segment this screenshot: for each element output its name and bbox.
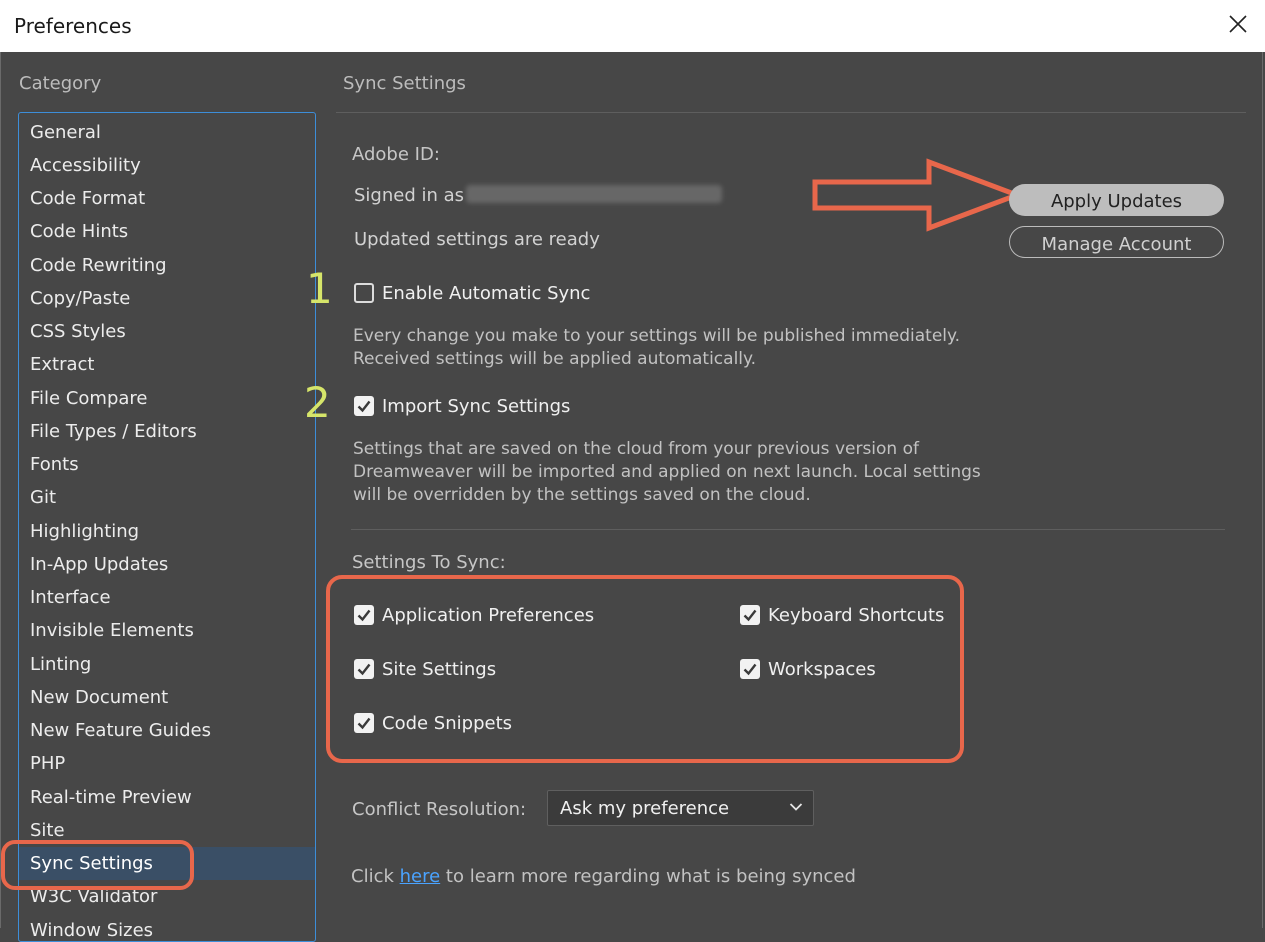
import-desc-line1: Settings that are saved on the cloud fro… [353, 439, 919, 459]
adobe-id-label: Adobe ID: [352, 144, 440, 165]
sidebar-item-accessibility[interactable]: Accessibility [19, 149, 315, 182]
import-sync-label[interactable]: Import Sync Settings [382, 396, 570, 417]
step-1-number: 1 [306, 264, 333, 313]
sidebar-item-php[interactable]: PHP [19, 747, 315, 780]
checkmark-icon [357, 717, 371, 730]
code-snippets-checkbox[interactable] [354, 713, 374, 733]
sidebar-item-code-rewriting[interactable]: Code Rewriting [19, 249, 315, 282]
site-settings-label[interactable]: Site Settings [382, 659, 496, 680]
app-prefs-label[interactable]: Application Preferences [382, 605, 594, 626]
apply-updates-button[interactable]: Apply Updates [1009, 184, 1224, 216]
sidebar-item-window-sizes[interactable]: Window Sizes [19, 914, 315, 941]
step-2-number: 2 [304, 378, 331, 427]
footer-prefix: Click [351, 866, 394, 887]
section-title: Sync Settings [343, 73, 466, 94]
workspaces-label[interactable]: Workspaces [768, 659, 876, 680]
sidebar-item-code-hints[interactable]: Code Hints [19, 215, 315, 248]
sidebar-item-code-format[interactable]: Code Format [19, 182, 315, 215]
enable-auto-sync-checkbox[interactable] [354, 283, 374, 303]
arrow-annotation-icon [812, 158, 1023, 232]
import-sync-checkbox[interactable] [354, 396, 374, 416]
category-label: Category [19, 73, 102, 94]
conflict-resolution-value: Ask my preference [560, 798, 730, 819]
sidebar-item-highlighting[interactable]: Highlighting [19, 515, 315, 548]
sidebar-item-new-document[interactable]: New Document [19, 681, 315, 714]
header-divider [336, 112, 1246, 113]
window-title: Preferences [14, 14, 132, 38]
sidebar-item-css-styles[interactable]: CSS Styles [19, 315, 315, 348]
chevron-down-icon [789, 803, 803, 811]
sidebar-item-real-time-preview[interactable]: Real-time Preview [19, 781, 315, 814]
import-desc-line3: will be overridden by the settings saved… [353, 485, 811, 505]
auto-sync-desc-line2: Received settings will be applied automa… [353, 349, 757, 369]
sidebar-item-sync-settings[interactable]: Sync Settings [19, 847, 315, 880]
sidebar-item-file-compare[interactable]: File Compare [19, 382, 315, 415]
conflict-resolution-select[interactable]: Ask my preference [547, 790, 814, 826]
settings-to-sync-label: Settings To Sync: [352, 552, 506, 573]
sidebar-item-site[interactable]: Site [19, 814, 315, 847]
manage-account-label: Manage Account [1041, 234, 1192, 255]
sidebar-item-interface[interactable]: Interface [19, 581, 315, 614]
keyboard-shortcuts-checkbox[interactable] [740, 605, 760, 625]
site-settings-checkbox[interactable] [354, 659, 374, 679]
apply-updates-label: Apply Updates [1050, 191, 1183, 212]
sidebar-item-new-feature-guides[interactable]: New Feature Guides [19, 714, 315, 747]
sidebar-item-extract[interactable]: Extract [19, 348, 315, 381]
sidebar-item-copy-paste[interactable]: Copy/Paste [19, 282, 315, 315]
close-button[interactable] [1229, 10, 1253, 42]
manage-account-button[interactable]: Manage Account [1009, 226, 1224, 258]
auto-sync-desc-line1: Every change you make to your settings w… [353, 326, 961, 346]
checkmark-icon [357, 663, 371, 676]
sidebar-item-general[interactable]: General [19, 116, 315, 149]
conflict-resolution-label: Conflict Resolution: [352, 799, 527, 820]
enable-auto-sync-label[interactable]: Enable Automatic Sync [382, 283, 590, 304]
close-icon [1229, 15, 1247, 33]
learn-more-link[interactable]: here [400, 866, 441, 887]
blurred-email [466, 185, 722, 203]
section-divider [351, 529, 1225, 530]
checkmark-icon [357, 400, 371, 413]
footer-text: Click here to learn more regarding what … [351, 866, 856, 887]
category-list[interactable]: General Accessibility Code Format Code H… [18, 112, 316, 942]
checkmark-icon [357, 609, 371, 622]
sidebar-item-invisible-elements[interactable]: Invisible Elements [19, 614, 315, 647]
keyboard-shortcuts-label[interactable]: Keyboard Shortcuts [768, 605, 944, 626]
update-status: Updated settings are ready [354, 229, 600, 250]
app-prefs-checkbox[interactable] [354, 605, 374, 625]
sidebar-item-file-types[interactable]: File Types / Editors [19, 415, 315, 448]
import-desc-line2: Dreamweaver will be imported and applied… [353, 462, 981, 482]
workspaces-checkbox[interactable] [740, 659, 760, 679]
sidebar-item-in-app-updates[interactable]: In-App Updates [19, 548, 315, 581]
sidebar-item-git[interactable]: Git [19, 481, 315, 514]
checkmark-icon [743, 609, 757, 622]
sidebar-item-fonts[interactable]: Fonts [19, 448, 315, 481]
checkmark-icon [743, 663, 757, 676]
title-bar: Preferences [0, 0, 1265, 52]
sidebar-item-w3c-validator[interactable]: W3C Validator [19, 880, 315, 913]
code-snippets-label[interactable]: Code Snippets [382, 713, 512, 734]
footer-suffix: to learn more regarding what is being sy… [445, 866, 856, 887]
signed-in-label: Signed in as [354, 185, 465, 206]
sidebar-item-linting[interactable]: Linting [19, 648, 315, 681]
